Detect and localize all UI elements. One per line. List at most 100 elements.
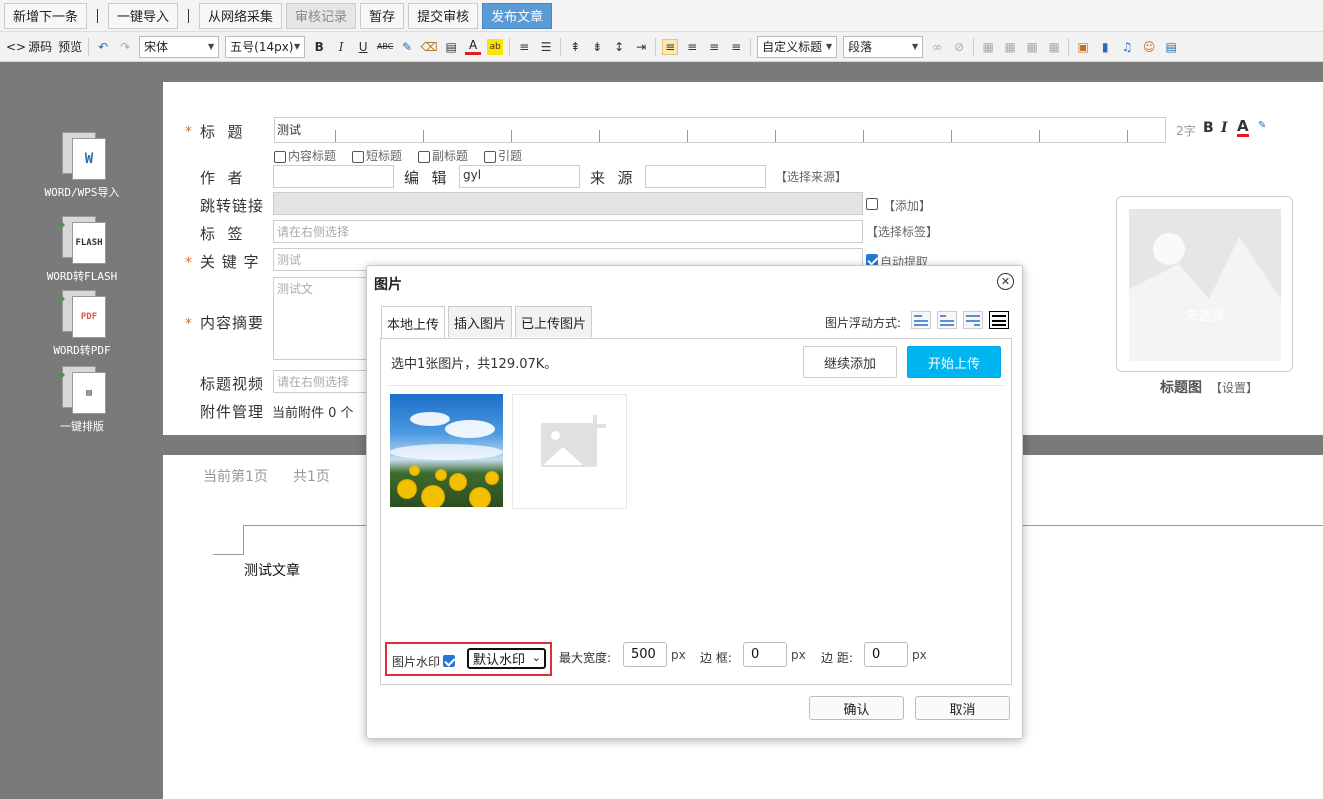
- source-code-button[interactable]: <> 源码: [6, 38, 52, 55]
- align-center-icon[interactable]: ≡: [684, 39, 700, 55]
- one-click-import-button[interactable]: 一键导入: [108, 2, 179, 29]
- separator: [1068, 37, 1070, 56]
- unlink-icon[interactable]: ⊘: [951, 39, 967, 55]
- title-italic-icon[interactable]: I: [1221, 120, 1228, 136]
- tab-local-upload[interactable]: 本地上传: [381, 306, 446, 339]
- table-icon[interactable]: ▦: [980, 39, 996, 55]
- bold-icon[interactable]: B: [311, 39, 327, 55]
- source-input[interactable]: [645, 165, 766, 188]
- float-right-icon[interactable]: [963, 311, 983, 329]
- ordered-list-icon[interactable]: ≡: [516, 39, 532, 55]
- format-paint-icon[interactable]: ✎: [399, 39, 415, 55]
- paragraph-spacing-bottom-icon[interactable]: ⇟: [589, 39, 605, 55]
- float-center-icon[interactable]: [989, 311, 1009, 329]
- checkbox[interactable]: [484, 150, 497, 163]
- link-icon[interactable]: ∞: [929, 39, 945, 55]
- select-source-link[interactable]: 【选择来源】: [775, 168, 847, 185]
- watermark-checkbox[interactable]: [443, 654, 455, 667]
- checkbox[interactable]: [352, 150, 365, 163]
- italic-icon[interactable]: I: [333, 39, 349, 55]
- option-short-title[interactable]: 短标题: [352, 147, 402, 164]
- icon-line: [940, 320, 954, 322]
- video-input[interactable]: 请在右侧选择: [273, 370, 373, 393]
- paragraph-spacing-top-icon[interactable]: ⇞: [567, 39, 583, 55]
- editor-input[interactable]: gyl: [459, 165, 580, 188]
- option-content-title[interactable]: 内容标题: [274, 147, 336, 164]
- float-none-icon[interactable]: [911, 311, 931, 329]
- author-input[interactable]: [273, 165, 394, 188]
- add-next-button[interactable]: 新增下一条: [4, 2, 88, 29]
- heading-style-select[interactable]: 自定义标题 ▼: [757, 35, 838, 58]
- highlight-icon[interactable]: ab: [487, 38, 504, 55]
- summary-textarea[interactable]: 测试文: [273, 277, 373, 360]
- add-link[interactable]: 【添加】: [883, 197, 931, 214]
- article-body-text[interactable]: 测试文章: [244, 560, 300, 580]
- title-image-settings[interactable]: 【设置】: [1210, 379, 1258, 396]
- music-icon[interactable]: ♫: [1119, 39, 1135, 55]
- continue-add-button[interactable]: 继续添加: [803, 346, 897, 378]
- emoticon-icon[interactable]: ☺: [1141, 39, 1157, 55]
- font-color-icon[interactable]: A: [465, 38, 482, 55]
- uploaded-photo-thumbnail[interactable]: [390, 394, 503, 507]
- tab-uploaded-images[interactable]: 已上传图片: [515, 306, 593, 337]
- border-input[interactable]: 0: [743, 642, 787, 667]
- auto-layout-button[interactable]: ➜ ▤ 一键排版: [40, 366, 124, 434]
- line-height-icon[interactable]: ↕: [611, 39, 627, 55]
- indent-icon[interactable]: ⇥: [633, 39, 649, 55]
- redirect-checkbox[interactable]: [866, 198, 878, 210]
- table-delete-icon[interactable]: ▦: [1046, 39, 1062, 55]
- undo-icon[interactable]: ↶: [95, 39, 111, 55]
- option-label: 副标题: [432, 149, 469, 163]
- paragraph-select[interactable]: 段落 ▼: [843, 35, 924, 58]
- web-collect-button[interactable]: 从网络采集: [199, 2, 283, 29]
- word-to-flash-button[interactable]: ➜ FLASH WORD转FLASH: [40, 216, 124, 284]
- underline-icon[interactable]: U: [355, 39, 371, 55]
- watermark-select[interactable]: 默认水印 ⌄: [467, 648, 546, 669]
- start-upload-button[interactable]: 开始上传: [907, 346, 1001, 378]
- tag-input[interactable]: 请在右侧选择: [273, 220, 863, 243]
- paste-icon[interactable]: ▤: [443, 39, 459, 55]
- video-icon[interactable]: ▮: [1097, 39, 1113, 55]
- image-icon[interactable]: ▣: [1075, 39, 1091, 55]
- clear-format-icon[interactable]: ⌫: [421, 39, 438, 55]
- table-merge-icon[interactable]: ▦: [1024, 39, 1040, 55]
- align-left-icon[interactable]: ≡: [662, 38, 679, 55]
- tab-insert-image[interactable]: 插入图片: [448, 306, 513, 337]
- max-width-input[interactable]: 500: [623, 642, 667, 667]
- unordered-list-icon[interactable]: ☰: [538, 39, 554, 55]
- font-size-select[interactable]: 五号(14px) ▼: [225, 35, 306, 58]
- title-image-card[interactable]: 未选择: [1116, 196, 1293, 372]
- more-icon[interactable]: ▤: [1163, 39, 1179, 55]
- close-icon[interactable]: ✕: [997, 273, 1014, 290]
- confirm-button[interactable]: 确认: [809, 696, 904, 720]
- select-tag-link[interactable]: 【选择标签】: [866, 223, 938, 240]
- review-log-button[interactable]: 审核记录: [286, 2, 357, 29]
- option-lead-title[interactable]: 引题: [484, 147, 522, 164]
- image-placeholder-icon: 未选择: [1129, 209, 1281, 361]
- redo-icon[interactable]: ↷: [117, 39, 133, 55]
- title-format-icon[interactable]: ✎: [1258, 120, 1266, 131]
- table-insert-icon[interactable]: ▦: [1002, 39, 1018, 55]
- title-bold-icon[interactable]: B: [1203, 120, 1214, 136]
- cancel-button[interactable]: 取消: [915, 696, 1010, 720]
- publish-button[interactable]: 发布文章: [482, 2, 553, 29]
- margin-input[interactable]: 0: [864, 642, 908, 667]
- float-left-icon[interactable]: [937, 311, 957, 329]
- title-color-icon[interactable]: A: [1237, 118, 1249, 137]
- preview-button[interactable]: 预览: [58, 38, 82, 55]
- word-import-button[interactable]: W WORD/WPS导入: [40, 132, 124, 200]
- option-subtitle[interactable]: 副标题: [418, 147, 468, 164]
- save-draft-button[interactable]: 暂存: [360, 2, 405, 29]
- ruler-tick: [1127, 130, 1128, 142]
- submit-review-button[interactable]: 提交审核: [408, 2, 479, 29]
- font-family-select[interactable]: 宋体 ▼: [139, 35, 220, 58]
- align-right-icon[interactable]: ≡: [706, 39, 722, 55]
- align-justify-icon[interactable]: ≡: [728, 39, 744, 55]
- checkbox[interactable]: [274, 150, 286, 163]
- checkbox[interactable]: [418, 150, 431, 163]
- title-input[interactable]: 测试: [274, 117, 1166, 143]
- add-image-slot[interactable]: [512, 394, 627, 509]
- word-to-pdf-button[interactable]: ➜ PDF WORD转PDF: [40, 290, 124, 358]
- strikethrough-icon[interactable]: ABC: [377, 39, 393, 55]
- redirect-input[interactable]: [273, 192, 863, 215]
